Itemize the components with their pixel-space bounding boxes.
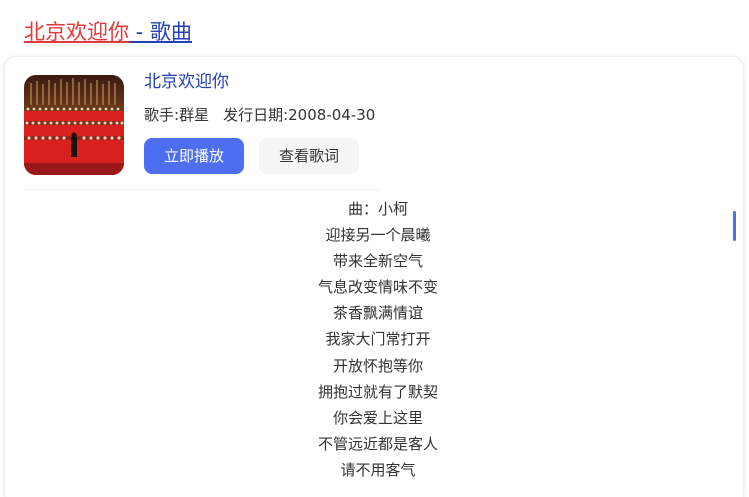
singer-label: 歌手:: [144, 106, 180, 124]
release-date-label: 发行日期:: [223, 106, 289, 124]
result-title-suffix[interactable]: - 歌曲: [129, 20, 192, 44]
song-title-link[interactable]: 北京欢迎你: [144, 70, 229, 94]
lyrics-list: 曲：小柯迎接另一个晨曦 带来全新空气 气息改变情味不变 茶香飘满情谊 我家大门常打开 开放…: [230, 196, 526, 484]
lyric-line: 拥抱过就有了默契: [317, 382, 438, 401]
lyrics-scrollbar[interactable]: [733, 211, 736, 241]
play-now-button[interactable]: 立即播放: [144, 138, 244, 174]
lyric-line: 请不用客气: [340, 461, 416, 480]
result-title-link[interactable]: 北京欢迎你 - 歌曲: [24, 17, 192, 47]
lyric-line: 开放怀抱等你: [332, 356, 423, 375]
divider: [24, 189, 380, 190]
lyric-line: 不管远近都是客人: [317, 435, 438, 454]
lyric-line: 曲：小柯: [347, 199, 408, 218]
lyric-line: 迎接另一个晨曦: [325, 225, 431, 244]
release-date-value: 2008-04-30: [288, 106, 376, 124]
lyrics-panel[interactable]: 曲：小柯迎接另一个晨曦 带来全新空气 气息改变情味不变 茶香飘满情谊 我家大门常打开 开放…: [230, 196, 526, 489]
lyric-line: 茶香飘满情谊: [332, 304, 423, 323]
lyric-line: 气息改变情味不变: [317, 278, 438, 297]
lyric-line: 你会爱上这里: [332, 409, 423, 427]
album-cover-image[interactable]: [24, 75, 124, 175]
lyric-line: 带来全新空气: [332, 251, 423, 270]
lyric-line: 我家大门常打开: [325, 330, 431, 349]
singer-name: 群星: [179, 106, 210, 124]
song-meta: 歌手:群星 发行日期:2008-04-30: [144, 104, 375, 126]
result-title-highlight[interactable]: 北京欢迎你: [24, 20, 129, 44]
view-lyrics-button[interactable]: 查看歌词: [259, 138, 359, 174]
